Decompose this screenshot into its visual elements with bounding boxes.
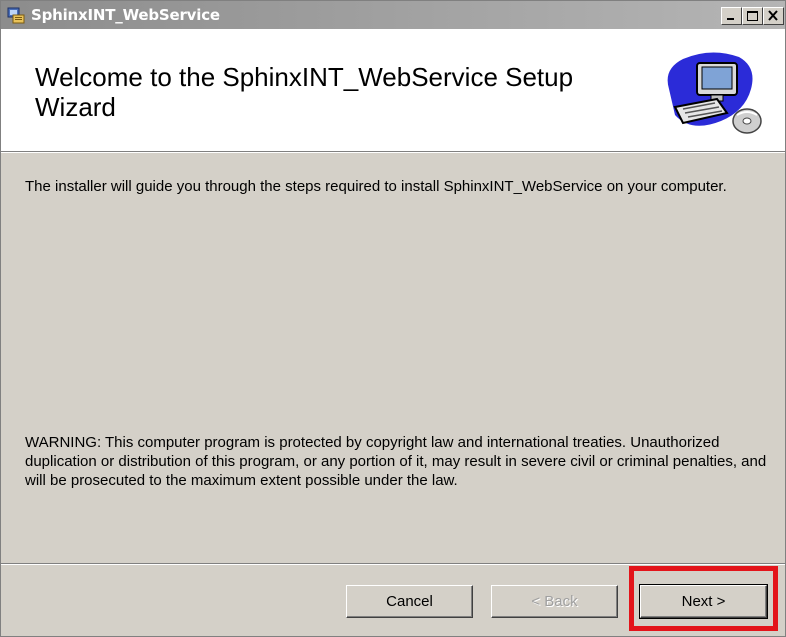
close-icon — [768, 10, 778, 21]
title-bar[interactable]: SphinxINT_WebService — [1, 1, 785, 29]
computer-setup-icon — [667, 52, 762, 134]
maximize-icon — [747, 11, 758, 21]
next-button-highlight-box — [629, 566, 778, 631]
setup-wizard-window: SphinxINT_WebService Welcome to the Sphi… — [0, 0, 786, 637]
intro-text: The installer will guide you through the… — [25, 178, 727, 195]
cancel-button[interactable]: Cancel — [346, 585, 473, 618]
wizard-heading: Welcome to the SphinxINT_WebService Setu… — [35, 62, 574, 122]
footer-divider — [1, 563, 785, 565]
back-button[interactable]: < Back — [491, 585, 618, 618]
window-title: SphinxINT_WebService — [31, 6, 220, 24]
wizard-header-banner: Welcome to the SphinxINT_WebService Setu… — [1, 29, 785, 151]
minimize-icon — [727, 18, 734, 20]
header-divider — [1, 151, 785, 153]
close-button[interactable] — [763, 7, 784, 25]
maximize-button[interactable] — [742, 7, 763, 25]
minimize-button[interactable] — [721, 7, 742, 25]
installer-app-icon — [7, 7, 25, 24]
copyright-warning-text: WARNING: This computer program is protec… — [25, 434, 767, 489]
